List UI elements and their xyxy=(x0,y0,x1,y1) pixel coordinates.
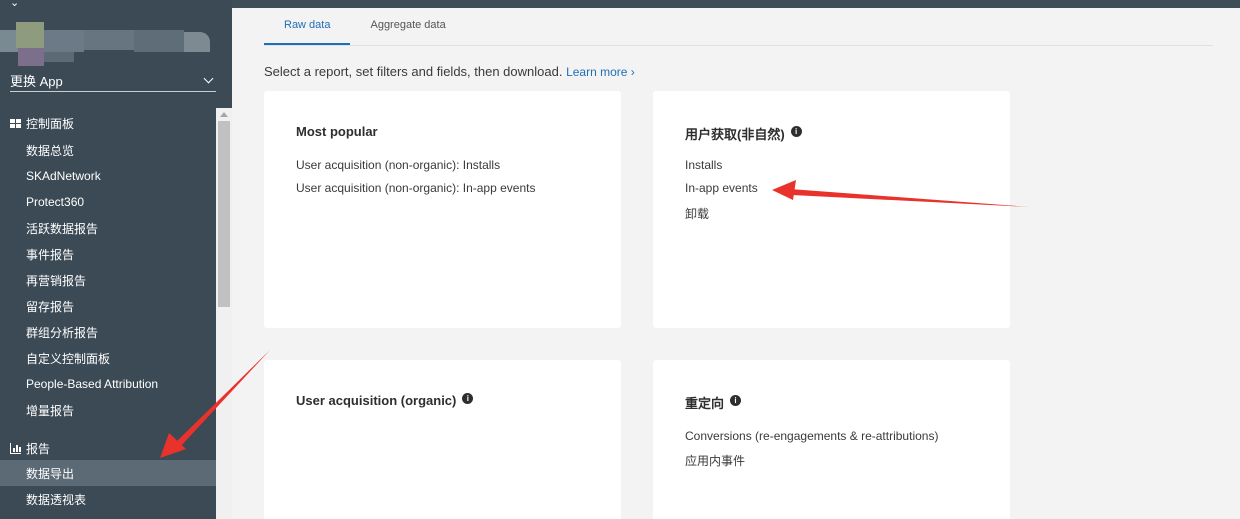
card-title: Most popular xyxy=(296,124,378,139)
sidebar-item-incrementality-report[interactable]: 增量报告 xyxy=(0,397,216,423)
sidebar-item-retargeting-report[interactable]: 再营销报告 xyxy=(0,267,216,293)
sidebar-item-skadnetwork[interactable]: SKAdNetwork xyxy=(0,163,216,189)
sidebar-nav: 控制面板 数据总览 SKAdNetwork Protect360 活跃数据报告 … xyxy=(0,108,216,519)
scrollbar-thumb[interactable] xyxy=(218,121,230,307)
report-link-uninstalls[interactable]: 卸载 xyxy=(685,205,709,222)
sidebar-item-data-export[interactable]: 数据导出 xyxy=(0,460,216,486)
tab-aggregate-data[interactable]: Aggregate data xyxy=(350,12,465,46)
report-link-conversions[interactable]: Conversions (re-engagements & re-attribu… xyxy=(685,429,938,443)
report-link-in-app-events[interactable]: In-app events xyxy=(685,181,758,195)
info-icon[interactable]: i xyxy=(462,393,474,404)
sidebar-item-activity-report[interactable]: 活跃数据报告 xyxy=(0,215,216,241)
sidebar-item-label: 留存报告 xyxy=(26,299,75,314)
sidebar-item-label: 再营销报告 xyxy=(26,273,87,288)
blurred-account-avatar xyxy=(0,22,215,66)
sidebar-item-label: 数据导出 xyxy=(26,466,75,481)
app-switcher-dropdown[interactable]: 更换 App xyxy=(10,70,216,92)
sidebar-scrollbar[interactable] xyxy=(216,108,232,519)
card-title: 用户获取(非自然) i xyxy=(685,124,802,143)
card-title: User acquisition (organic) i xyxy=(296,393,474,408)
sidebar-item-people-based-attribution[interactable]: People-Based Attribution xyxy=(0,371,216,397)
dashboard-grid-icon xyxy=(10,118,21,129)
sidebar-item-cohort-report[interactable]: 群组分析报告 xyxy=(0,319,216,345)
chevron-down-icon xyxy=(203,73,214,84)
tabs-divider xyxy=(264,45,1213,46)
sidebar-item-retention-report[interactable]: 留存报告 xyxy=(0,293,216,319)
card-ua-non-organic: 用户获取(非自然) i Installs In-app events 卸载 xyxy=(653,91,1010,328)
data-type-tabs: Raw data Aggregate data xyxy=(264,12,466,46)
report-link-ua-non-organic-installs[interactable]: User acquisition (non-organic): Installs xyxy=(296,158,500,172)
sidebar-item-label: 群组分析报告 xyxy=(26,325,99,340)
bar-chart-icon xyxy=(10,443,21,454)
report-link-in-app-events[interactable]: 应用内事件 xyxy=(685,452,745,469)
card-ua-organic: User acquisition (organic) i xyxy=(264,360,621,519)
sidebar-item-label: 自定义控制面板 xyxy=(26,351,111,366)
sidebar-item-label: People-Based Attribution xyxy=(26,377,159,391)
sidebar-item-label: SKAdNetwork xyxy=(26,169,101,183)
card-title: 重定向 i xyxy=(685,393,742,412)
info-icon[interactable]: i xyxy=(730,395,742,406)
sidebar-item-events-report[interactable]: 事件报告 xyxy=(0,241,216,267)
report-link-installs[interactable]: Installs xyxy=(685,158,722,172)
chevron-down-icon[interactable]: ⌄ xyxy=(10,0,20,9)
sidebar-item-label: 数据总览 xyxy=(26,143,75,158)
top-bar xyxy=(232,0,1240,8)
learn-more-link[interactable]: Learn more › xyxy=(566,65,635,79)
scroll-up-arrow-icon[interactable] xyxy=(220,112,228,117)
tab-raw-data[interactable]: Raw data xyxy=(264,12,351,46)
sidebar-item-pivot-table[interactable]: 数据透视表 xyxy=(0,486,216,512)
intro-text-line: Select a report, set filters and fields,… xyxy=(264,64,635,79)
sidebar-item-overview[interactable]: 数据总览 xyxy=(0,137,216,163)
nav-section-dashboard[interactable]: 控制面板 xyxy=(10,115,74,132)
sidebar-item-label: 事件报告 xyxy=(26,247,75,262)
intro-text: Select a report, set filters and fields,… xyxy=(264,64,563,79)
sidebar-item-label: 增量报告 xyxy=(26,403,75,418)
info-icon[interactable]: i xyxy=(790,126,802,137)
nav-section-reports[interactable]: 报告 xyxy=(10,440,50,457)
sidebar: ⌄ 更换 App 控制面板 数据总览 SKAdNetwork Protect36… xyxy=(0,0,232,519)
card-retargeting: 重定向 i Conversions (re-engagements & re-a… xyxy=(653,360,1010,519)
sidebar-item-custom-dashboard[interactable]: 自定义控制面板 xyxy=(0,345,216,371)
sidebar-item-label: 活跃数据报告 xyxy=(26,221,99,236)
nav-section-label: 控制面板 xyxy=(26,117,75,131)
sidebar-item-label: Protect360 xyxy=(26,195,85,209)
card-most-popular: Most popular User acquisition (non-organ… xyxy=(264,91,621,328)
app-switcher-label: 更换 App xyxy=(10,74,63,89)
nav-section-label: 报告 xyxy=(26,442,51,456)
sidebar-item-label: 数据透视表 xyxy=(26,492,87,507)
sidebar-item-protect360[interactable]: Protect360 xyxy=(0,189,216,215)
report-link-ua-non-organic-in-app-events[interactable]: User acquisition (non-organic): In-app e… xyxy=(296,181,535,195)
